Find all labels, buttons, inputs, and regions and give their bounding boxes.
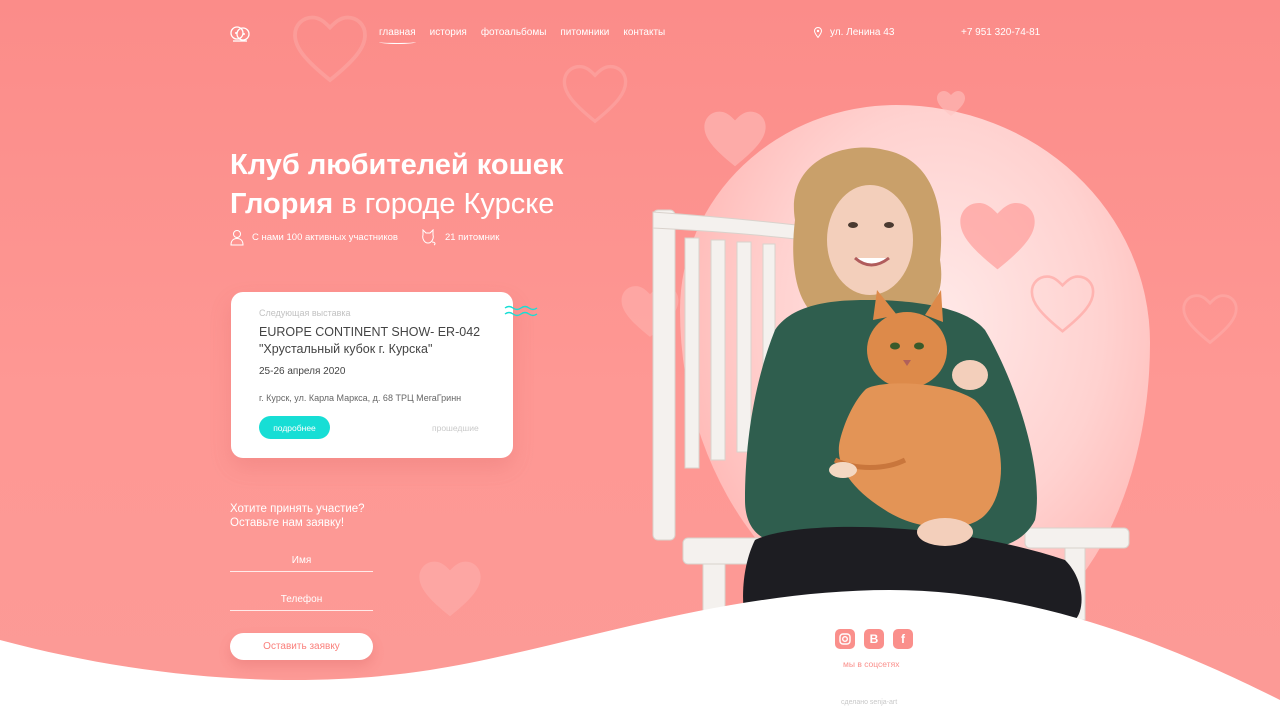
instagram-icon[interactable] (835, 629, 855, 649)
header-address: ул. Ленина 43 (814, 27, 894, 38)
hero-title-bold: Глория (230, 188, 334, 220)
phone-field[interactable] (230, 589, 373, 611)
card-place: г. Курск, ул. Карла Маркса, д. 68 ТРЦ Ме… (259, 393, 462, 403)
hero-title-line1: Клуб любителей кошек (230, 149, 564, 181)
past-exhibitions-link[interactable]: прошедшие (432, 423, 479, 433)
nav-link-photo-albums[interactable]: фотоальбомы (481, 27, 547, 38)
heart-decoration (937, 91, 965, 116)
more-details-button[interactable]: подробнее (259, 416, 330, 439)
background-heart-decoration (293, 15, 367, 83)
squiggle-decoration (504, 305, 538, 317)
form-title-line1: Хотите принять участие? (230, 503, 365, 515)
location-pin-icon (814, 27, 822, 38)
social-links: В f (835, 629, 913, 649)
hero-photo-woman-with-cat (652, 147, 1130, 620)
card-title: EUROPE CONTINENT SHOW- ER-042 "Хрустальн… (259, 324, 485, 358)
background-heart-decoration (562, 64, 628, 124)
card-label: Следующая выставка (259, 308, 351, 318)
bottom-wave-decoration (0, 590, 1280, 720)
main-navigation: главная история фотоальбомы питомники ко… (379, 27, 665, 44)
nav-link-contacts[interactable]: контакты (623, 27, 665, 38)
header-phone[interactable]: +7 951 320-74-81 (961, 27, 1040, 38)
stat-nurseries-text: 21 питомник (444, 232, 500, 243)
card-date: 25-26 апреля 2020 (259, 366, 346, 377)
form-title-line2: Оставьте нам заявку! (230, 517, 345, 529)
card-title-line2: "Хрустальный кубок г. Курска" (259, 342, 433, 356)
hero-stats: С нами 100 активных участников 21 питомн… (230, 229, 499, 246)
cat-icon (422, 229, 436, 246)
hero-title: Клуб любителей кошек Глория в городе Кур… (230, 146, 563, 224)
stat-members-text: С нами 100 активных участников (252, 232, 398, 243)
card-title-line1: EUROPE CONTINENT SHOW- ER-042 (259, 325, 481, 339)
stat-nurseries: 21 питомник (420, 229, 499, 246)
person-icon (230, 230, 244, 246)
address-text: ул. Ленина 43 (830, 27, 895, 38)
next-exhibition-card: Следующая выставка EUROPE CONTINENT SHOW… (231, 292, 513, 458)
site-credit[interactable]: сделано senja-art (841, 699, 897, 706)
name-field[interactable] (230, 550, 373, 572)
form-title: Хотите принять участие? Оставьте нам зая… (230, 502, 365, 530)
nav-link-history[interactable]: история (430, 27, 467, 38)
cat-logo-icon[interactable] (229, 24, 251, 46)
vk-icon[interactable]: В (864, 629, 884, 649)
hero-title-light: в городе Курске (333, 188, 555, 220)
nav-link-home[interactable]: главная (379, 27, 416, 44)
background-heart-decoration (1182, 294, 1238, 345)
stat-members: С нами 100 активных участников (230, 229, 398, 246)
submit-application-button[interactable]: Оставить заявку (230, 633, 373, 660)
nav-link-nurseries[interactable]: питомники (560, 27, 609, 38)
social-label: мы в соцсетях (843, 659, 900, 669)
facebook-icon[interactable]: f (893, 629, 913, 649)
